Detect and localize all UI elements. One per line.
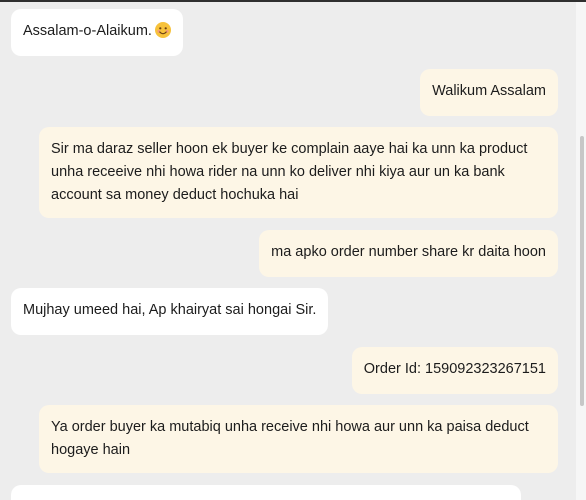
message-text: Mujhay umeed hai, Ap khairyat sai hongai… <box>23 302 317 318</box>
chat-scrollbar[interactable] <box>576 2 586 500</box>
smiling-face-icon <box>154 22 171 38</box>
message-incoming-greeting: Assalam-o-Alaikum. <box>11 9 183 56</box>
chat-transcript: Assalam-o-Alaikum. Walikum Assalam Sir m… <box>0 2 576 500</box>
message-text: Walikum Assalam <box>432 83 546 99</box>
message-text: ma apko order number share kr daita hoon <box>271 244 546 260</box>
message-outgoing-order-share: ma apko order number share kr daita hoon <box>259 230 558 277</box>
message-outgoing-order-id: Order Id: 159092323267151 <box>351 347 558 394</box>
message-incoming-partial <box>11 485 521 500</box>
message-text: Order Id: 159092323267151 <box>363 361 546 377</box>
message-text: Assalam-o-Alaikum. <box>23 23 152 39</box>
message-outgoing-complaint: Sir ma daraz seller hoon ek buyer ke com… <box>39 127 558 218</box>
message-incoming-wellwish: Mujhay umeed hai, Ap khairyat sai hongai… <box>11 288 329 335</box>
message-text: Ya order buyer ka mutabiq unha receive n… <box>51 419 529 458</box>
message-outgoing-not-received: Ya order buyer ka mutabiq unha receive n… <box>39 405 558 473</box>
message-outgoing-reply: Walikum Assalam <box>420 69 558 116</box>
scrollbar-thumb[interactable] <box>580 136 584 406</box>
message-text: Sir ma daraz seller hoon ek buyer ke com… <box>51 141 528 203</box>
